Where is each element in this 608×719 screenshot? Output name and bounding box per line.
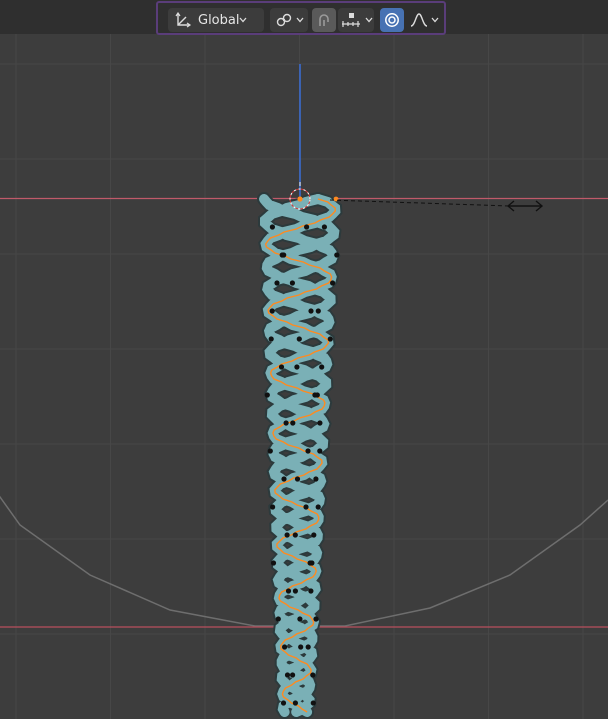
control-point[interactable] [264,392,270,398]
snap-increment-icon [341,12,361,28]
transform-orientation-dropdown[interactable]: Global [168,8,264,32]
chevron-down-icon [428,17,439,23]
control-point[interactable] [278,364,285,370]
control-point[interactable] [282,644,288,650]
control-point[interactable] [267,448,273,454]
control-point[interactable] [289,280,295,286]
braided-curve-object[interactable] [257,192,343,719]
control-point[interactable] [284,532,290,538]
proportional-falloff-dropdown[interactable] [406,8,440,32]
control-point[interactable] [292,700,298,706]
snap-magnet-icon [316,12,332,28]
control-point[interactable] [290,420,296,426]
control-point[interactable] [308,308,314,314]
control-point[interactable] [270,504,276,510]
control-point[interactable] [284,672,291,678]
control-point[interactable] [280,700,287,706]
control-point[interactable] [290,672,296,678]
chevron-down-icon [239,17,253,23]
control-point[interactable] [298,644,304,650]
control-point[interactable] [317,420,323,426]
control-point[interactable] [270,560,277,566]
control-point[interactable] [269,308,275,314]
control-point[interactable] [281,476,287,482]
control-point[interactable] [296,336,302,342]
control-point[interactable] [303,504,309,510]
transform-orientation-icon [174,12,192,28]
control-point[interactable] [310,672,316,678]
control-point[interactable] [313,476,319,482]
control-point[interactable] [281,252,287,258]
proportional-editing-icon [384,12,400,28]
control-point[interactable] [285,588,292,594]
control-point[interactable] [305,448,311,454]
control-point[interactable] [274,280,280,286]
control-point[interactable] [269,224,275,230]
control-point[interactable] [315,308,321,314]
control-point[interactable] [305,644,311,650]
control-point[interactable] [294,476,301,482]
chevron-down-icon [361,17,373,23]
control-point[interactable] [275,616,281,622]
snap-target-dropdown[interactable] [338,8,374,32]
control-point[interactable] [330,280,336,286]
snap-toggle-button[interactable] [312,8,336,32]
control-point[interactable] [283,420,289,426]
control-point[interactable] [311,532,317,538]
control-point[interactable] [334,252,340,258]
control-point[interactable] [308,588,314,594]
control-point[interactable] [321,224,327,230]
control-point[interactable] [304,224,310,230]
control-point[interactable] [312,392,318,398]
transform-options-group: Global [156,1,446,35]
transform-guide-line [329,199,511,207]
pivot-point-icon [275,12,293,28]
control-point[interactable] [315,504,321,510]
proportional-editing-toggle[interactable] [380,8,404,32]
control-point[interactable] [313,616,319,622]
chevron-down-icon [293,17,304,23]
control-point[interactable] [317,448,323,454]
3d-viewport[interactable] [0,0,608,719]
falloff-curve-icon [410,12,428,28]
move-cursor-icon [506,200,544,212]
pivot-point-dropdown[interactable] [270,8,308,32]
transform-orientation-label: Global [198,12,240,28]
control-point[interactable] [292,532,298,538]
viewport-header: Global [0,0,608,35]
control-point[interactable] [309,560,315,566]
control-point[interactable] [292,588,298,594]
control-point[interactable] [294,364,300,370]
control-point[interactable] [327,336,333,342]
control-point[interactable] [268,336,274,342]
control-point[interactable] [319,364,325,370]
control-point[interactable] [310,700,316,706]
control-point[interactable] [297,616,303,622]
